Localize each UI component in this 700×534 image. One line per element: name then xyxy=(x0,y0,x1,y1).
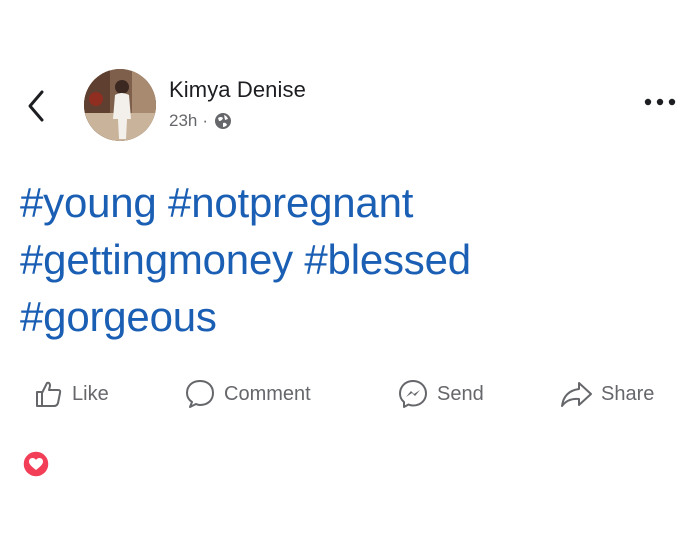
reaction-summary[interactable] xyxy=(22,450,50,478)
messenger-icon xyxy=(399,380,427,408)
post-header: Kimya Denise 23h · xyxy=(0,62,700,152)
share-arrow-icon xyxy=(561,382,592,407)
meta-separator: · xyxy=(202,111,209,130)
comment-bubble-icon xyxy=(186,380,214,408)
hashtag-line-3[interactable]: #gorgeous xyxy=(20,288,680,345)
like-button[interactable]: Like xyxy=(34,372,109,416)
comment-label: Comment xyxy=(224,382,311,405)
share-label: Share xyxy=(601,382,655,405)
globe-icon xyxy=(215,113,232,129)
comment-button[interactable]: Comment xyxy=(184,372,311,416)
more-icon xyxy=(644,98,676,106)
avatar[interactable] xyxy=(84,69,156,141)
action-bar: Like Comment Send Share xyxy=(0,372,700,416)
post-text: #young #notpregnant #gettingmoney #bless… xyxy=(20,174,680,345)
send-button[interactable]: Send xyxy=(397,372,484,416)
post-time[interactable]: 23h xyxy=(169,111,197,131)
chevron-left-icon xyxy=(28,90,44,122)
more-options-button[interactable] xyxy=(640,90,680,114)
post-meta: 23h · xyxy=(169,111,232,131)
back-button[interactable] xyxy=(22,86,52,126)
like-label: Like xyxy=(72,382,109,405)
hashtag-line-2[interactable]: #gettingmoney #blessed xyxy=(20,231,680,288)
share-button[interactable]: Share xyxy=(559,372,654,416)
hashtag-line-1[interactable]: #young #notpregnant xyxy=(20,174,680,231)
heart-reaction-icon xyxy=(22,450,50,478)
author-name[interactable]: Kimya Denise xyxy=(169,77,306,103)
thumbs-up-icon xyxy=(36,381,62,407)
avatar-photo xyxy=(84,69,156,141)
send-label: Send xyxy=(437,382,484,405)
